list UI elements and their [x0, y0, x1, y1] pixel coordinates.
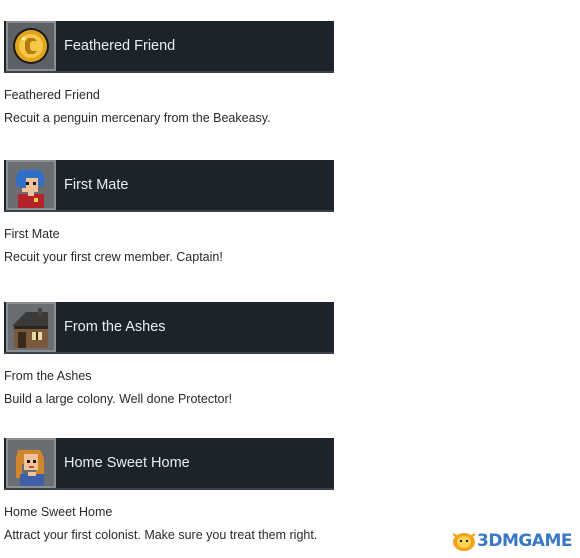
colonist-portrait-icon [6, 438, 56, 488]
achievement-from-the-ashes: From the Ashes From the Ashes Build a la… [4, 302, 564, 406]
watermark-mascot-icon [452, 533, 476, 551]
achievement-name: From the Ashes [4, 369, 92, 383]
achievement-banner: From the Ashes [4, 302, 334, 354]
achievement-name: First Mate [4, 227, 60, 241]
watermark-text: 3DMGAME [477, 531, 573, 551]
achievement-banner-title: From the Ashes [64, 319, 166, 335]
achievement-home-sweet-home: Home Sweet Home Home Sweet Home Attract … [4, 438, 564, 542]
watermark: 3DMGAME [451, 530, 573, 552]
achievement-feathered-friend: Feathered Friend Feathered Friend Recuit… [4, 21, 564, 125]
achievement-description: Recuit your first crew member. Captain! [4, 250, 223, 264]
house-icon [6, 302, 56, 352]
achievement-banner: Feathered Friend [4, 21, 334, 73]
gold-coin-icon [6, 21, 56, 71]
achievement-banner: First Mate [4, 160, 334, 212]
achievement-description: Recuit a penguin mercenary from the Beak… [4, 111, 271, 125]
achievement-name: Feathered Friend [4, 88, 100, 102]
achievement-name: Home Sweet Home [4, 505, 113, 519]
achievement-banner-title: Feathered Friend [64, 38, 176, 54]
crew-member-portrait-icon [6, 160, 56, 210]
achievement-first-mate: First Mate First Mate Recuit your first … [4, 160, 564, 264]
achievement-description: Build a large colony. Well done Protecto… [4, 392, 233, 406]
achievement-banner-title: First Mate [64, 177, 129, 193]
achievement-banner-title: Home Sweet Home [64, 455, 190, 471]
achievement-banner: Home Sweet Home [4, 438, 334, 490]
